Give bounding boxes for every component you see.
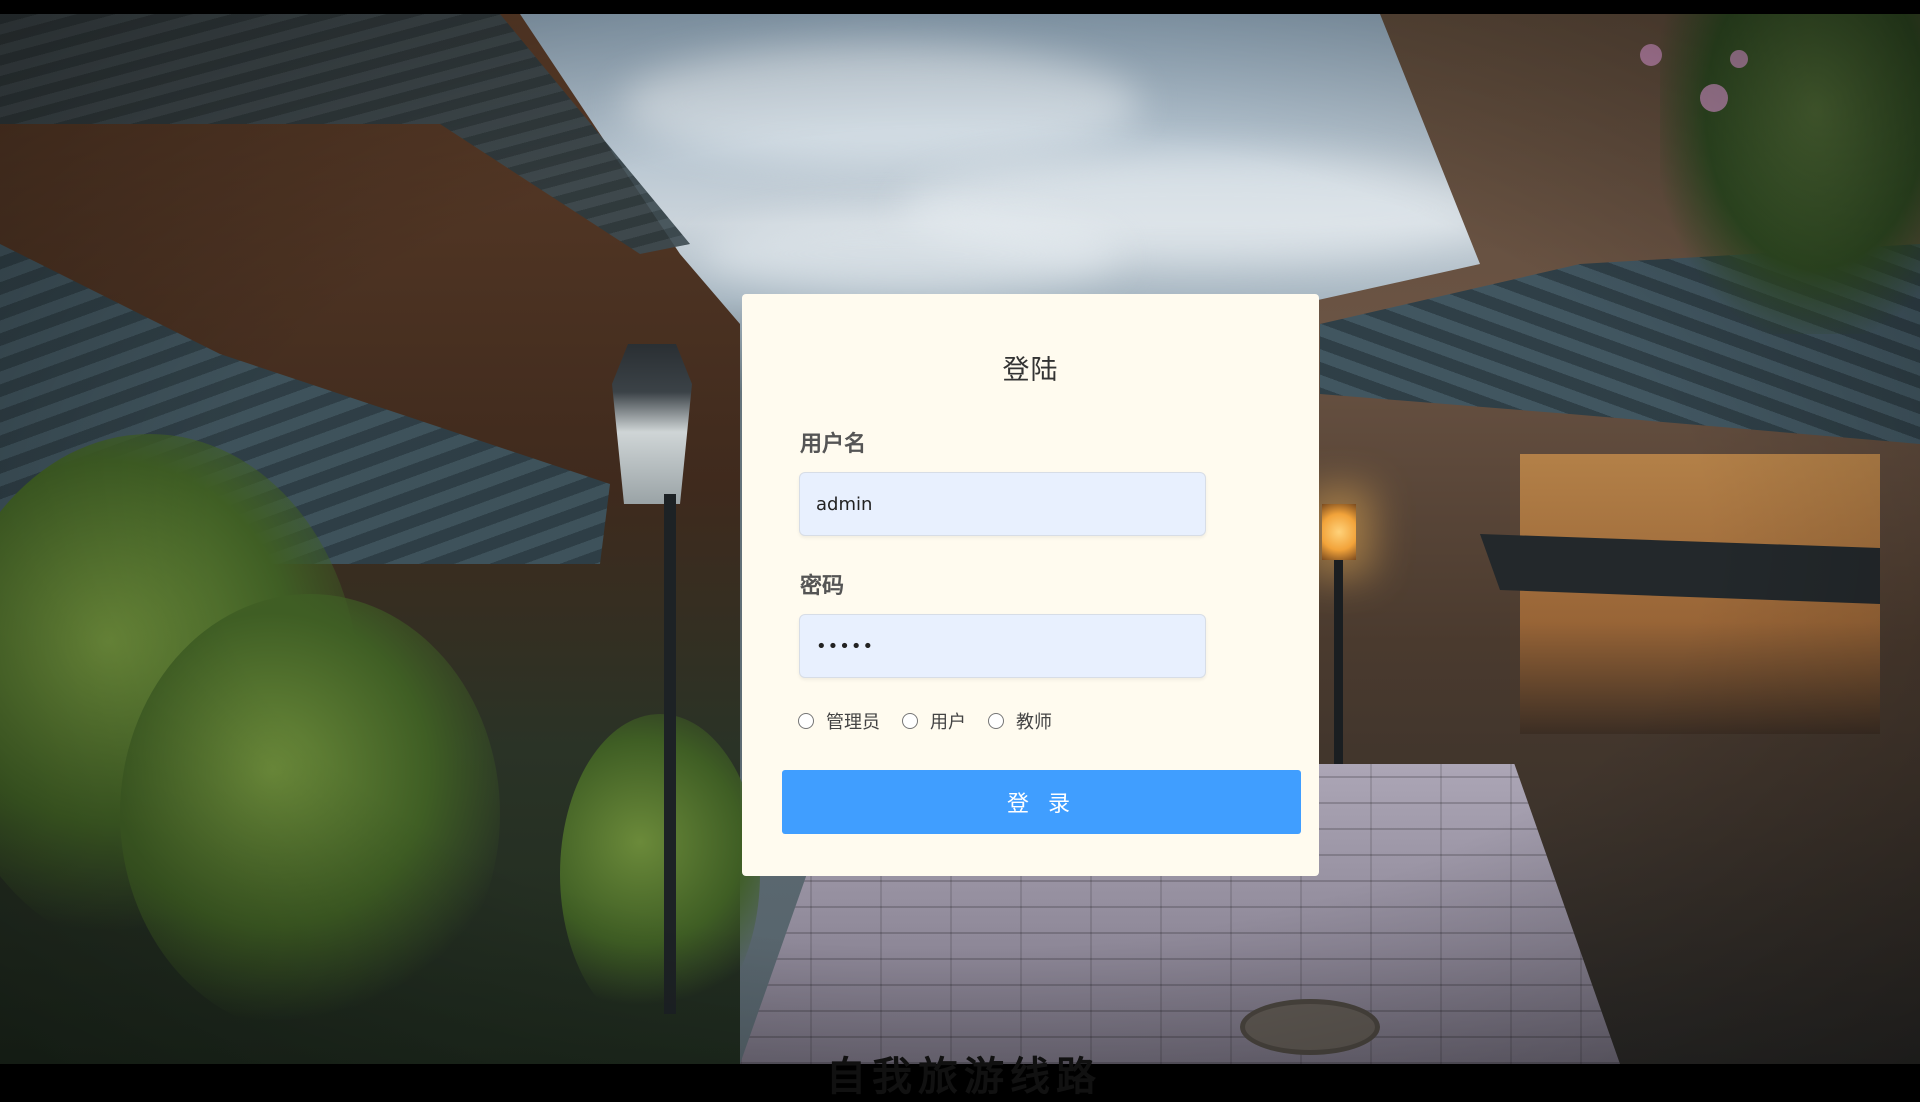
radio-circle-icon[interactable]	[902, 713, 918, 729]
login-title: 登陆	[1002, 355, 1059, 386]
username-input[interactable]	[799, 472, 1206, 536]
login-card: 登陆 用户名 密码 管理员 用户 教师 登 录	[742, 294, 1319, 876]
video-caption: 自我旅游线路	[826, 1054, 1102, 1100]
video-frame: 登陆 用户名 密码 管理员 用户 教师 登 录 自我旅游线路	[0, 0, 1920, 1100]
role-radio-admin[interactable]: 管理员	[798, 708, 880, 734]
login-button[interactable]: 登 录	[782, 770, 1301, 834]
password-input[interactable]	[799, 614, 1206, 678]
role-radio-user[interactable]: 用户	[902, 708, 966, 734]
password-label: 密码	[800, 574, 845, 599]
role-radio-group: 管理员 用户 教师	[798, 708, 1074, 734]
role-label-user: 用户	[930, 712, 966, 733]
role-label-teacher: 教师	[1016, 712, 1052, 733]
role-label-admin: 管理员	[826, 712, 880, 733]
radio-circle-icon[interactable]	[798, 713, 814, 729]
radio-circle-icon[interactable]	[988, 713, 1004, 729]
role-radio-teacher[interactable]: 教师	[988, 708, 1052, 734]
username-label: 用户名	[800, 432, 867, 457]
